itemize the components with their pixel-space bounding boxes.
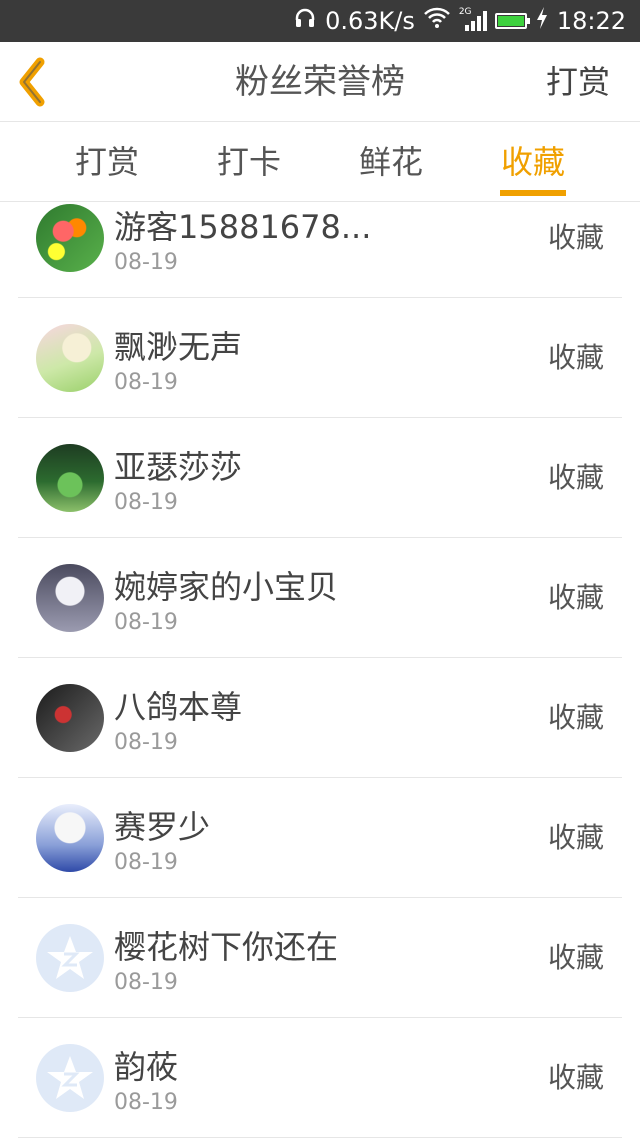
default-avatar-star-icon xyxy=(47,1056,93,1099)
list-item[interactable]: 赛罗少 08-19 收藏 xyxy=(18,778,622,898)
item-date: 08-19 xyxy=(114,250,178,275)
item-action-label: 收藏 xyxy=(547,461,604,494)
list-item[interactable]: 八鸽本尊 08-19 收藏 xyxy=(18,658,622,778)
status-bar: 0.63K/s 2G 18:22 xyxy=(0,0,640,42)
list-item[interactable]: 游客15881678... 08-19 收藏 xyxy=(18,178,622,298)
list-item[interactable]: 韵莜 08-19 收藏 xyxy=(18,1018,622,1138)
tab-label: 收藏 xyxy=(500,143,565,181)
tab-label: 打卡 xyxy=(216,143,281,181)
charging-icon xyxy=(535,6,549,36)
list-item[interactable]: 亚瑟莎莎 08-19 收藏 xyxy=(18,418,622,538)
wifi-icon xyxy=(423,7,451,35)
headphones-icon xyxy=(293,6,317,36)
item-date: 08-19 xyxy=(114,730,178,755)
signal-icon: 2G xyxy=(459,7,487,33)
battery-icon xyxy=(494,13,530,29)
network-speed: 0.63K/s xyxy=(325,7,415,35)
item-action-label: 收藏 xyxy=(547,701,604,734)
tab-label: 打赏 xyxy=(74,143,139,181)
item-date: 08-19 xyxy=(114,490,178,515)
item-action-label: 收藏 xyxy=(547,581,604,614)
avatar xyxy=(36,804,104,872)
user-name: 游客15881678... xyxy=(114,208,372,246)
user-name: 亚瑟莎莎 xyxy=(114,448,243,486)
avatar xyxy=(36,924,104,992)
item-action-label: 收藏 xyxy=(547,221,604,254)
clock: 18:22 xyxy=(556,7,626,35)
page-title: 粉丝荣誉榜 xyxy=(235,62,405,102)
item-action-label: 收藏 xyxy=(547,1061,604,1094)
list-item[interactable]: 飘渺无声 08-19 收藏 xyxy=(18,298,622,418)
item-date: 08-19 xyxy=(114,850,178,875)
list-item[interactable]: 樱花树下你还在 08-19 收藏 xyxy=(18,898,622,1018)
item-date: 08-19 xyxy=(114,1090,178,1115)
tab-label: 鲜花 xyxy=(358,143,423,181)
avatar xyxy=(36,684,104,752)
item-date: 08-19 xyxy=(114,970,178,995)
app-header: 粉丝荣誉榜 打赏 xyxy=(0,42,640,122)
item-date: 08-19 xyxy=(114,610,178,635)
user-name: 八鸽本尊 xyxy=(114,688,243,726)
user-name: 赛罗少 xyxy=(114,808,211,846)
user-name: 婉婷家的小宝贝 xyxy=(114,568,339,606)
avatar xyxy=(36,564,104,632)
avatar xyxy=(36,204,104,272)
fan-list: 游客15881678... 08-19 收藏 飘渺无声 08-19 收藏 亚瑟莎… xyxy=(18,178,622,1138)
battery-level xyxy=(497,16,524,26)
reward-button[interactable]: 打赏 xyxy=(546,42,610,122)
item-action-label: 收藏 xyxy=(547,341,604,374)
status-right: 0.63K/s 2G 18:22 xyxy=(293,6,626,36)
avatar xyxy=(36,1044,104,1112)
item-action-label: 收藏 xyxy=(547,821,604,854)
user-name: 飘渺无声 xyxy=(114,328,243,366)
avatar xyxy=(36,444,104,512)
avatar xyxy=(36,324,104,392)
item-date: 08-19 xyxy=(114,370,178,395)
user-name: 韵莜 xyxy=(114,1048,179,1086)
default-avatar-star-icon xyxy=(47,936,93,979)
user-name: 樱花树下你还在 xyxy=(114,928,339,966)
list-item[interactable]: 婉婷家的小宝贝 08-19 收藏 xyxy=(18,538,622,658)
item-action-label: 收藏 xyxy=(547,941,604,974)
